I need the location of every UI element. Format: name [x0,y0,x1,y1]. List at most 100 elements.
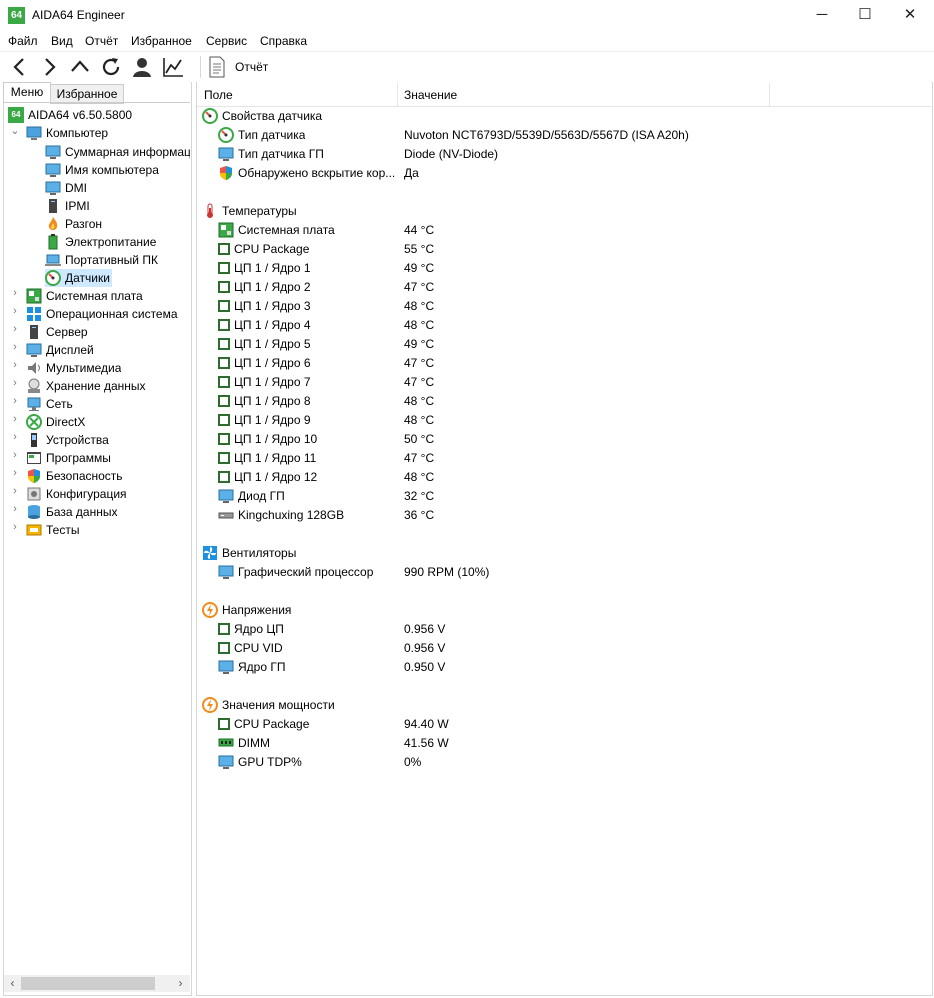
tree-item-security[interactable]: Безопасность [26,467,123,485]
tree-item-computer-name[interactable]: Имя компьютера [45,161,159,179]
tab-favorites[interactable]: Избранное [50,84,124,104]
table-row-field[interactable]: CPU VID [218,639,283,658]
tree-item-portable[interactable]: Портативный ПК [45,251,158,269]
menu-service[interactable]: Сервис [206,34,247,48]
table-row-field[interactable]: ЦП 1 / Ядро 10 [218,430,317,449]
table-row-field[interactable]: Ядро ГП [218,658,285,677]
tree-item-config[interactable]: Конфигурация [26,485,127,503]
tree-item-multimedia[interactable]: Мультимедиа [26,359,121,377]
menu-help[interactable]: Справка [260,34,307,48]
tree-item-summary[interactable]: Суммарная информация [45,143,190,161]
table-row-field[interactable]: ЦП 1 / Ядро 4 [218,316,311,335]
menu-view[interactable]: Вид [51,34,73,48]
tab-menu[interactable]: Меню [3,82,51,103]
table-row-field[interactable]: ЦП 1 / Ядро 12 [218,468,317,487]
table-row-field[interactable]: ЦП 1 / Ядро 7 [218,373,311,392]
chevron-down-icon[interactable]: ⌄ [10,124,20,142]
field-value: 94.40 W [404,717,449,731]
report-icon[interactable] [208,55,226,79]
chevron-right-icon[interactable]: › [10,305,20,323]
refresh-icon[interactable] [99,55,123,79]
tree-item-network[interactable]: Сеть [26,395,73,413]
tree-item-directx[interactable]: DirectX [26,413,85,431]
table-row-field[interactable]: ЦП 1 / Ядро 9 [218,411,311,430]
user-icon[interactable] [130,55,154,79]
tree-item-benchmarks[interactable]: Тесты [26,521,79,539]
table-row-field[interactable]: GPU TDP% [218,753,302,772]
table-row-field[interactable]: Системная плата [218,221,335,240]
tree-item-root[interactable]: 64 AIDA64 v6.50.5800 [8,106,132,124]
table-row-field[interactable]: CPU Package [218,715,309,734]
chevron-right-icon[interactable]: › [10,377,20,395]
tree-item-database[interactable]: База данных [26,503,117,521]
tree-item-devices[interactable]: Устройства [26,431,109,449]
tree-item-motherboard[interactable]: Системная плата [26,287,143,305]
close-button[interactable]: ✕ [887,0,933,31]
table-row-field[interactable]: Ядро ЦП [218,620,284,639]
table-row-field[interactable]: ЦП 1 / Ядро 1 [218,259,311,278]
scroll-right-icon[interactable]: › [172,975,189,992]
tree-item-power[interactable]: Электропитание [45,233,156,251]
table-row-field[interactable]: Графический процессор [218,563,373,582]
table-row-field[interactable]: Обнаружено вскрытие кор... [218,164,395,183]
table-row-field[interactable]: Тип датчика ГП [218,145,324,164]
chart-icon[interactable] [161,55,185,79]
table-row-field[interactable]: Kingchuxing 128GB [218,506,344,525]
chevron-right-icon[interactable]: › [10,503,20,521]
chevron-right-icon[interactable]: › [10,467,20,485]
section-header[interactable]: Температуры [202,202,297,221]
table-row-field[interactable]: ЦП 1 / Ядро 8 [218,392,311,411]
column-separator[interactable] [397,83,398,106]
table-row-field[interactable]: Тип датчика [218,126,305,145]
menu-file[interactable]: Файл [8,34,38,48]
section-header[interactable]: Вентиляторы [202,544,296,563]
chevron-right-icon[interactable]: › [10,485,20,503]
tree-item-ipmi[interactable]: IPMI [45,197,90,215]
column-field[interactable]: Поле [204,88,233,102]
chevron-right-icon[interactable]: › [10,413,20,431]
chevron-right-icon[interactable]: › [10,359,20,377]
chevron-right-icon[interactable]: › [10,431,20,449]
tree-item-display[interactable]: Дисплей [26,341,94,359]
scroll-left-icon[interactable]: ‹ [4,975,21,992]
table-row-field[interactable]: Диод ГП [218,487,285,506]
tree-item-computer[interactable]: Компьютер [26,124,108,142]
up-icon[interactable] [68,55,92,79]
table-row-field[interactable]: ЦП 1 / Ядро 2 [218,278,311,297]
chevron-right-icon[interactable]: › [10,341,20,359]
section-header[interactable]: Значения мощности [202,696,335,715]
toolbar-separator [200,56,201,78]
column-value[interactable]: Значение [404,88,457,102]
table-row-field[interactable]: ЦП 1 / Ядро 3 [218,297,311,316]
back-icon[interactable] [8,55,32,79]
tree-label: Имя компьютера [65,163,159,177]
chevron-right-icon[interactable]: › [10,521,20,539]
report-button[interactable]: Отчёт [235,60,268,74]
tree-item-dmi[interactable]: DMI [45,179,87,197]
forward-icon[interactable] [37,55,61,79]
scrollbar-thumb[interactable] [21,977,155,990]
tree-item-overclock[interactable]: Разгон [45,215,102,233]
tree-item-storage[interactable]: Хранение данных [26,377,146,395]
tree-item-os[interactable]: Операционная система [26,305,178,323]
tree-item-software[interactable]: Программы [26,449,111,467]
table-row-field[interactable]: ЦП 1 / Ядро 6 [218,354,311,373]
tree-item-server[interactable]: Сервер [26,323,88,341]
column-separator[interactable] [769,83,770,106]
section-header[interactable]: Свойства датчика [202,107,322,126]
tree-label: DirectX [46,415,86,429]
table-row-field[interactable]: ЦП 1 / Ядро 5 [218,335,311,354]
tree-item-sensors[interactable]: Датчики [45,269,112,287]
table-row-field[interactable]: CPU Package [218,240,309,259]
chevron-right-icon[interactable]: › [10,449,20,467]
table-row-field[interactable]: DIMM [218,734,270,753]
table-row-field[interactable]: ЦП 1 / Ядро 11 [218,449,316,468]
chevron-right-icon[interactable]: › [10,287,20,305]
chevron-right-icon[interactable]: › [10,395,20,413]
section-header[interactable]: Напряжения [202,601,291,620]
menu-favorites[interactable]: Избранное [131,34,192,48]
chevron-right-icon[interactable]: › [10,323,20,341]
minimize-button[interactable]: ─ [799,0,845,31]
menu-report[interactable]: Отчёт [85,34,118,48]
maximize-button[interactable]: ☐ [842,0,888,31]
